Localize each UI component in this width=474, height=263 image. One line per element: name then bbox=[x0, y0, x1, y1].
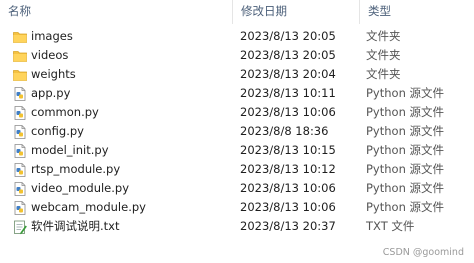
file-type: Python 源文件 bbox=[366, 162, 445, 176]
file-date: 2023/8/13 10:06 bbox=[240, 200, 336, 214]
file-type: Python 源文件 bbox=[366, 105, 445, 119]
file-type: 文件夹 bbox=[366, 48, 401, 62]
file-row[interactable]: common.py 2023/8/13 10:06 Python 源文件 bbox=[0, 103, 474, 122]
file-name: config.py bbox=[31, 124, 84, 138]
text-file-icon bbox=[12, 219, 28, 235]
python-file-icon bbox=[12, 105, 28, 121]
file-name: videos bbox=[31, 48, 69, 62]
file-date: 2023/8/8 18:36 bbox=[240, 124, 329, 138]
file-list: images 2023/8/13 20:05 文件夹 videos 2023/8… bbox=[0, 27, 474, 236]
folder-icon bbox=[12, 67, 28, 83]
file-row[interactable]: video_module.py 2023/8/13 10:06 Python 源… bbox=[0, 179, 474, 198]
python-file-icon bbox=[12, 143, 28, 159]
column-header-type[interactable]: 类型 bbox=[359, 0, 474, 24]
file-date: 2023/8/13 20:05 bbox=[240, 48, 336, 62]
file-date: 2023/8/13 10:06 bbox=[240, 181, 336, 195]
file-row[interactable]: webcam_module.py 2023/8/13 10:06 Python … bbox=[0, 198, 474, 217]
file-name: video_module.py bbox=[31, 181, 130, 195]
file-row[interactable]: videos 2023/8/13 20:05 文件夹 bbox=[0, 46, 474, 65]
file-row[interactable]: weights 2023/8/13 20:04 文件夹 bbox=[0, 65, 474, 84]
file-type: Python 源文件 bbox=[366, 143, 445, 157]
file-date: 2023/8/13 10:06 bbox=[240, 105, 336, 119]
file-name: common.py bbox=[31, 105, 99, 119]
file-type: 文件夹 bbox=[366, 67, 401, 81]
file-date: 2023/8/13 20:05 bbox=[240, 29, 336, 43]
file-type: Python 源文件 bbox=[366, 124, 445, 138]
folder-icon bbox=[12, 48, 28, 64]
python-file-icon bbox=[12, 124, 28, 140]
file-date: 2023/8/13 10:15 bbox=[240, 143, 336, 157]
python-file-icon bbox=[12, 162, 28, 178]
file-name: rtsp_module.py bbox=[31, 162, 121, 176]
file-row[interactable]: rtsp_module.py 2023/8/13 10:12 Python 源文… bbox=[0, 160, 474, 179]
file-row[interactable]: images 2023/8/13 20:05 文件夹 bbox=[0, 27, 474, 46]
file-name: webcam_module.py bbox=[31, 200, 146, 214]
file-date: 2023/8/13 10:11 bbox=[240, 86, 336, 100]
file-type: TXT 文件 bbox=[366, 219, 415, 233]
file-row[interactable]: model_init.py 2023/8/13 10:15 Python 源文件 bbox=[0, 141, 474, 160]
file-type: 文件夹 bbox=[366, 29, 401, 43]
file-name: weights bbox=[31, 67, 76, 81]
column-header-date[interactable]: 修改日期 bbox=[232, 0, 359, 24]
file-type: Python 源文件 bbox=[366, 86, 445, 100]
file-name: app.py bbox=[31, 86, 71, 100]
file-date: 2023/8/13 20:04 bbox=[240, 67, 336, 81]
file-row[interactable]: config.py 2023/8/8 18:36 Python 源文件 bbox=[0, 122, 474, 141]
file-type: Python 源文件 bbox=[366, 200, 445, 214]
file-row[interactable]: 软件调试说明.txt 2023/8/13 20:37 TXT 文件 bbox=[0, 217, 474, 236]
column-header-bar: ^ 名称 修改日期 类型 bbox=[0, 0, 474, 24]
file-type: Python 源文件 bbox=[366, 181, 445, 195]
file-row[interactable]: app.py 2023/8/13 10:11 Python 源文件 bbox=[0, 84, 474, 103]
python-file-icon bbox=[12, 200, 28, 216]
watermark: CSDN @goomind bbox=[382, 247, 464, 258]
file-date: 2023/8/13 10:12 bbox=[240, 162, 336, 176]
folder-icon bbox=[12, 29, 28, 45]
file-name: 软件调试说明.txt bbox=[31, 219, 120, 233]
file-name: images bbox=[31, 29, 73, 43]
file-date: 2023/8/13 20:37 bbox=[240, 219, 336, 233]
python-file-icon bbox=[12, 86, 28, 102]
file-name: model_init.py bbox=[31, 143, 109, 157]
python-file-icon bbox=[12, 181, 28, 197]
column-header-name[interactable]: 名称 bbox=[0, 0, 232, 24]
